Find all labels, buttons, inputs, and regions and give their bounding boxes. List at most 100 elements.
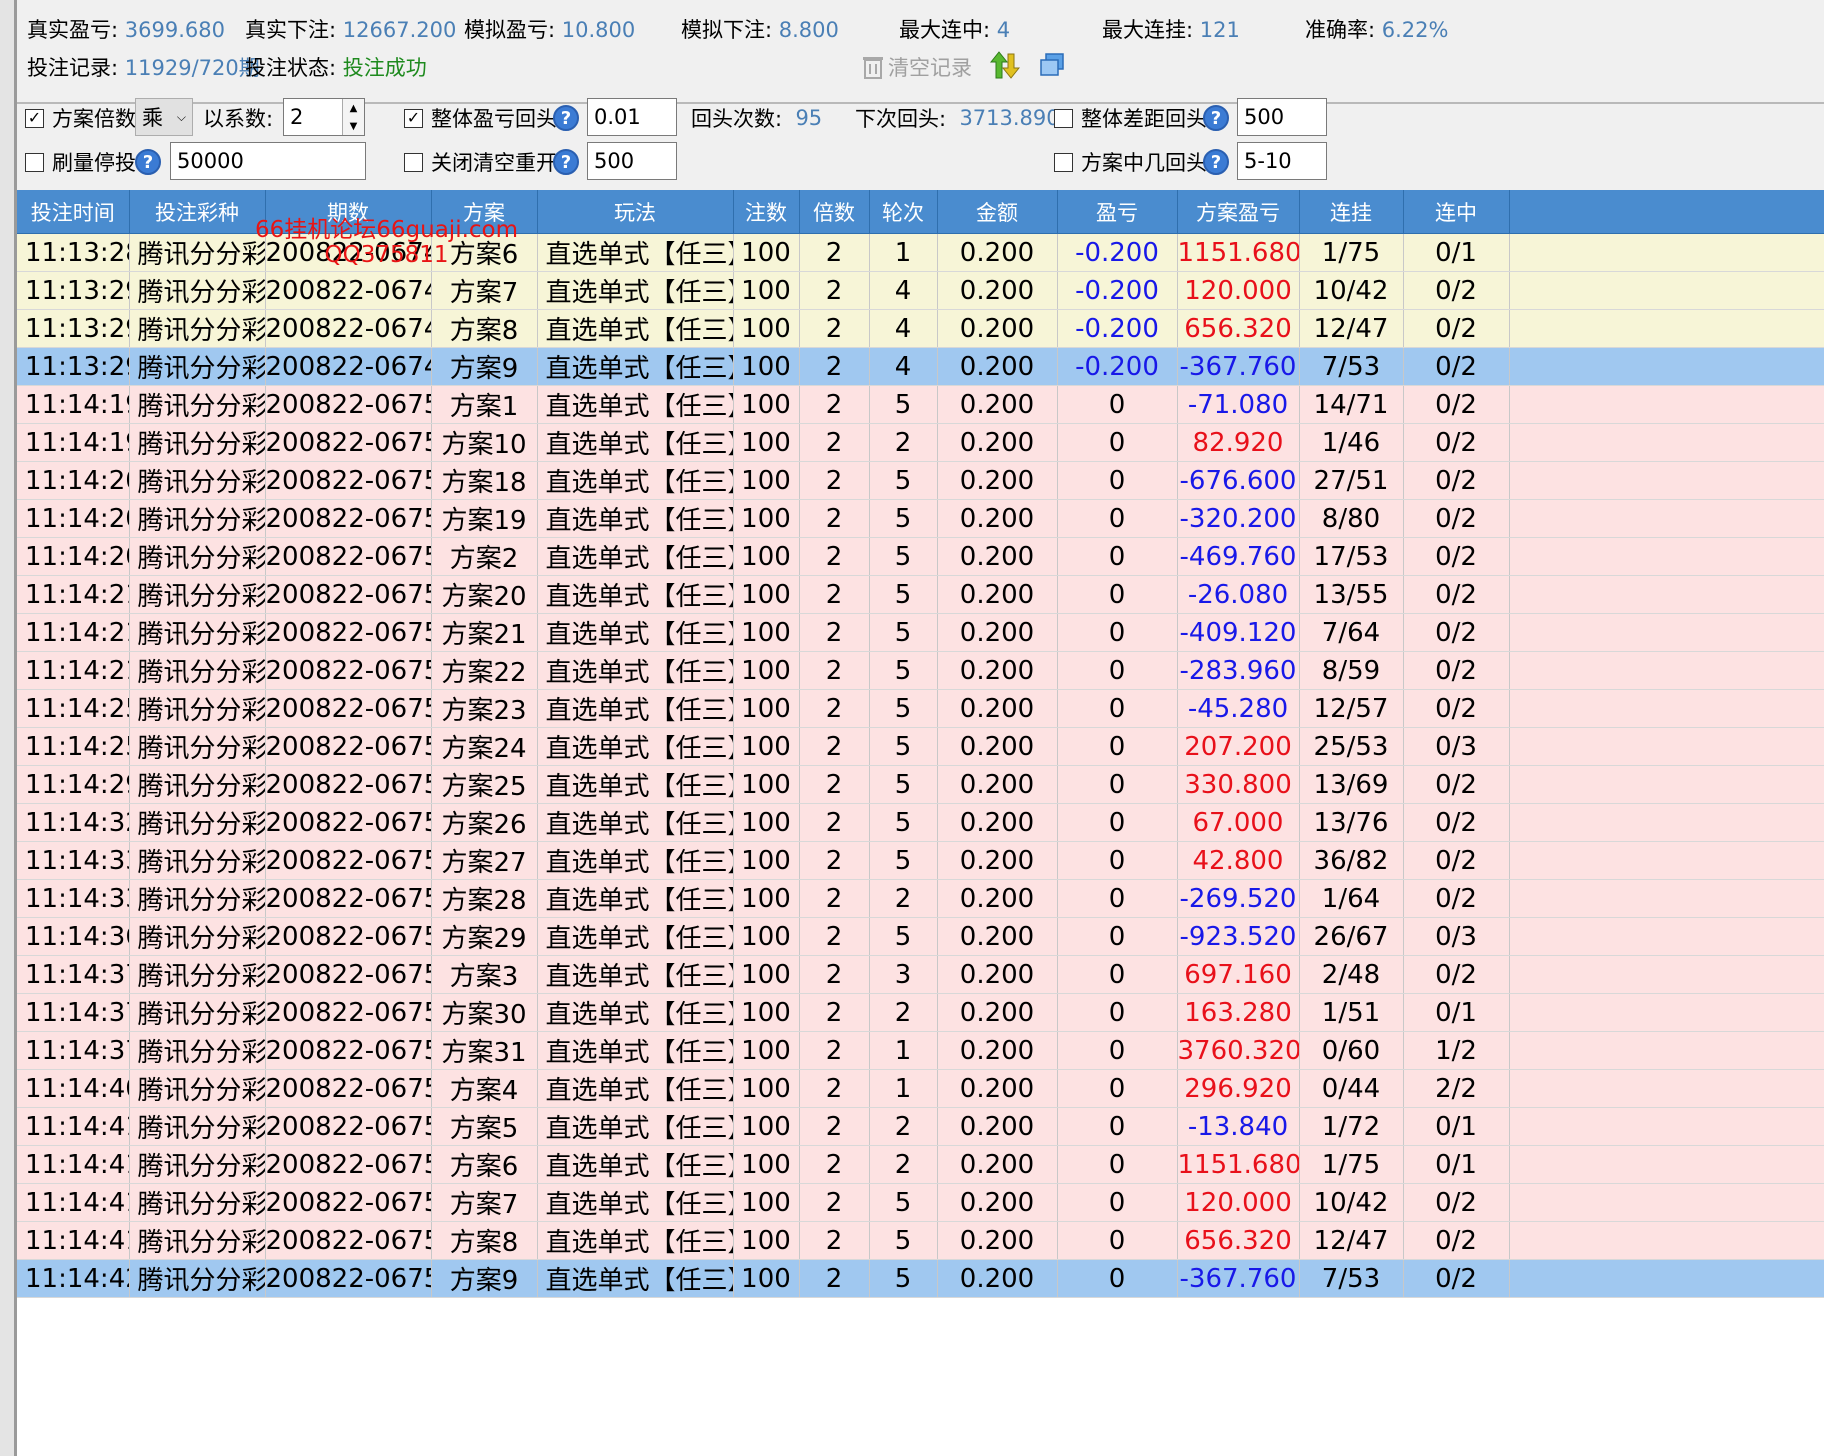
window-restore-icon[interactable]: [1039, 52, 1065, 82]
overall-return-checkbox[interactable]: ✓: [404, 108, 423, 128]
hit-return-option[interactable]: 方案中几回头: [1054, 148, 1207, 176]
hit-return-input[interactable]: 5-10: [1237, 142, 1327, 180]
column-header[interactable]: 盈亏: [1057, 190, 1178, 234]
table-cell: 0: [1057, 423, 1178, 462]
hit-return-checkbox[interactable]: [1054, 152, 1073, 172]
table-row[interactable]: 11:14:20腾讯分分彩200822-0675方案19直选单式【任三】1002…: [17, 499, 1824, 538]
stepper-down-icon[interactable]: ▼: [342, 117, 364, 135]
column-header[interactable]: 轮次: [869, 190, 938, 234]
column-header[interactable]: 金额: [937, 190, 1058, 234]
close-reset-input[interactable]: 500: [587, 142, 677, 180]
column-header[interactable]: 倍数: [799, 190, 870, 234]
table-cell: 直选单式【任三】: [537, 765, 734, 804]
table-row[interactable]: 11:14:20腾讯分分彩200822-0675方案18直选单式【任三】1002…: [17, 461, 1824, 500]
table-cell: 直选单式【任三】: [537, 993, 734, 1032]
close-reset-option[interactable]: 关闭清空重开: [404, 148, 557, 176]
table-cell: 方案18: [431, 461, 538, 500]
column-header[interactable]: 注数: [733, 190, 800, 234]
table-row[interactable]: 11:14:41腾讯分分彩200822-0675方案6直选单式【任三】10022…: [17, 1145, 1824, 1184]
column-header[interactable]: 投注彩种: [129, 190, 266, 234]
stepper-up-icon[interactable]: ▲: [342, 99, 364, 117]
diff-return-checkbox[interactable]: [1054, 108, 1073, 128]
diff-return-option[interactable]: 整体差距回头: [1054, 104, 1207, 132]
column-header[interactable]: 方案盈亏: [1177, 190, 1300, 234]
table-row[interactable]: 11:14:33腾讯分分彩200822-0675方案28直选单式【任三】1002…: [17, 879, 1824, 918]
window-left-edge: [0, 0, 17, 1456]
table-row[interactable]: 11:14:20腾讯分分彩200822-0675方案2直选单式【任三】10025…: [17, 537, 1824, 576]
table-row[interactable]: 11:13:28腾讯分分彩200822-0674方案6直选单式【任三】10021…: [17, 233, 1824, 272]
table-row[interactable]: 11:14:25腾讯分分彩200822-0675方案24直选单式【任三】1002…: [17, 727, 1824, 766]
table-cell: 腾讯分分彩: [129, 917, 266, 956]
table-row[interactable]: 11:14:41腾讯分分彩200822-0675方案7直选单式【任三】10025…: [17, 1183, 1824, 1222]
table-cell: 1/64: [1299, 879, 1404, 918]
operator-dropdown[interactable]: 乘 ⌵: [135, 98, 193, 136]
close-reset-checkbox[interactable]: [404, 152, 423, 172]
table-cell: 0/2: [1403, 955, 1510, 994]
table-row[interactable]: 11:13:29腾讯分分彩200822-0674方案9直选单式【任三】10024…: [17, 347, 1824, 386]
help-icon[interactable]: ?: [135, 149, 161, 175]
stat-value: 8.800: [778, 18, 839, 42]
overall-return-input[interactable]: 0.01: [587, 98, 677, 136]
table-row[interactable]: 11:14:37腾讯分分彩200822-0675方案3直选单式【任三】10023…: [17, 955, 1824, 994]
column-header[interactable]: 期数: [265, 190, 432, 234]
table-row[interactable]: 11:14:21腾讯分分彩200822-0675方案21直选单式【任三】1002…: [17, 613, 1824, 652]
table-row[interactable]: 11:14:33腾讯分分彩200822-0675方案27直选单式【任三】1002…: [17, 841, 1824, 880]
table-row[interactable]: 11:14:21腾讯分分彩200822-0675方案22直选单式【任三】1002…: [17, 651, 1824, 690]
table-cell: 直选单式【任三】: [537, 727, 734, 766]
table-cell: 直选单式【任三】: [537, 499, 734, 538]
table-row[interactable]: 11:14:42腾讯分分彩200822-0675方案9直选单式【任三】10025…: [17, 1259, 1824, 1298]
table-row[interactable]: 11:14:19腾讯分分彩200822-0675方案10直选单式【任三】1002…: [17, 423, 1824, 462]
stop-option[interactable]: 刷量停投: [25, 148, 136, 176]
column-header[interactable]: 玩法: [537, 190, 734, 234]
help-icon[interactable]: ?: [553, 105, 579, 131]
table-cell: 0.200: [937, 575, 1058, 614]
table-cell: 8/80: [1299, 499, 1404, 538]
multiplier-option[interactable]: ✓ 方案倍数: [25, 104, 136, 132]
table-cell: 0/2: [1403, 309, 1510, 348]
sort-arrows-icon[interactable]: [989, 50, 1021, 84]
help-icon[interactable]: ?: [1203, 149, 1229, 175]
column-header[interactable]: 方案: [431, 190, 538, 234]
table-cell: 方案7: [431, 271, 538, 310]
table-cell: 5: [869, 575, 938, 614]
table-cell: 200822-0674: [265, 233, 432, 272]
table-cell: 5: [869, 651, 938, 690]
table-cell: -0.200: [1057, 271, 1178, 310]
help-icon[interactable]: ?: [553, 149, 579, 175]
table-row[interactable]: 11:14:37腾讯分分彩200822-0675方案31直选单式【任三】1002…: [17, 1031, 1824, 1070]
diff-return-input[interactable]: 500: [1237, 98, 1327, 136]
help-icon[interactable]: ?: [1203, 105, 1229, 131]
table-row[interactable]: 11:14:36腾讯分分彩200822-0675方案29直选单式【任三】1002…: [17, 917, 1824, 956]
table-row[interactable]: 11:14:21腾讯分分彩200822-0675方案20直选单式【任三】1002…: [17, 575, 1824, 614]
column-header[interactable]: 连中: [1403, 190, 1510, 234]
table-cell: 0.200: [937, 461, 1058, 500]
table-row[interactable]: 11:14:19腾讯分分彩200822-0675方案1直选单式【任三】10025…: [17, 385, 1824, 424]
bet-records-grid[interactable]: 投注时间 投注彩种 期数 方案 玩法 注数 倍数 轮次 金额 盈亏 方案盈亏 连挂 连中 11:13:2…: [17, 190, 1824, 1456]
table-row[interactable]: 11:14:29腾讯分分彩200822-0675方案25直选单式【任三】1002…: [17, 765, 1824, 804]
table-cell: -0.200: [1057, 233, 1178, 272]
table-row[interactable]: 11:14:41腾讯分分彩200822-0675方案5直选单式【任三】10022…: [17, 1107, 1824, 1146]
stop-checkbox[interactable]: [25, 152, 44, 172]
table-row[interactable]: 11:13:29腾讯分分彩200822-0674方案7直选单式【任三】10024…: [17, 271, 1824, 310]
stat-label: 模拟下注:: [681, 18, 773, 42]
table-row[interactable]: 11:14:32腾讯分分彩200822-0675方案26直选单式【任三】1002…: [17, 803, 1824, 842]
table-cell: 11:14:42: [17, 1259, 130, 1298]
table-cell-filler: [1509, 499, 1824, 538]
table-row[interactable]: 11:14:37腾讯分分彩200822-0675方案30直选单式【任三】1002…: [17, 993, 1824, 1032]
overall-return-option[interactable]: ✓ 整体盈亏回头: [404, 104, 557, 132]
column-header[interactable]: 连挂: [1299, 190, 1404, 234]
table-row[interactable]: 11:13:29腾讯分分彩200822-0674方案8直选单式【任三】10024…: [17, 309, 1824, 348]
stop-input[interactable]: 50000: [170, 142, 366, 180]
multiplier-checkbox[interactable]: ✓: [25, 108, 44, 128]
table-cell-filler: [1509, 271, 1824, 310]
table-cell: 方案30: [431, 993, 538, 1032]
table-row[interactable]: 11:14:40腾讯分分彩200822-0675方案4直选单式【任三】10021…: [17, 1069, 1824, 1108]
clear-records-button[interactable]: 清空记录: [862, 52, 972, 82]
column-header[interactable]: 投注时间: [17, 190, 130, 234]
table-cell: 11:14:37: [17, 1031, 130, 1070]
coefficient-stepper[interactable]: ▲ ▼: [342, 99, 364, 135]
table-row[interactable]: 11:14:25腾讯分分彩200822-0675方案23直选单式【任三】1002…: [17, 689, 1824, 728]
table-row[interactable]: 11:14:41腾讯分分彩200822-0675方案8直选单式【任三】10025…: [17, 1221, 1824, 1260]
table-cell: 2: [869, 1107, 938, 1146]
table-cell: 2/2: [1403, 1069, 1510, 1108]
